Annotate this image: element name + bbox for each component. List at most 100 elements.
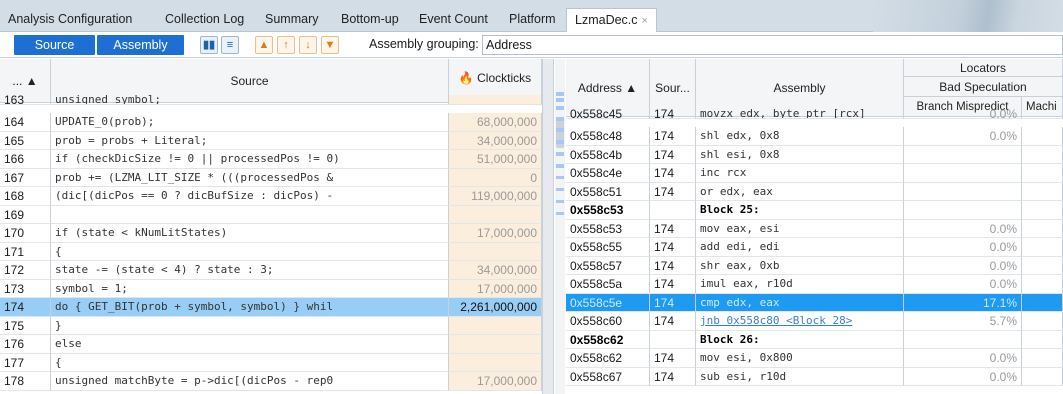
tab-bottom-up[interactable]: Bottom-up <box>334 9 406 32</box>
grouping-select[interactable]: Address <box>482 35 1063 55</box>
assembly-instruction: shl esi, 0x8 <box>696 145 904 164</box>
source-code-line[interactable]: state -= (state < 4) ? state : 3; <box>51 261 449 280</box>
machine-clears-value <box>1022 127 1063 146</box>
source-code-line[interactable]: { <box>51 242 449 261</box>
asm-source-line-cell: 174 <box>650 145 696 164</box>
address-cell[interactable]: 0x558c5a <box>566 275 650 294</box>
hotspot-down-icon[interactable]: ↓ <box>299 36 317 54</box>
tab-platform[interactable]: Platform <box>502 9 563 32</box>
list-view-icon[interactable]: ≡ <box>221 36 239 54</box>
hotspot-up-icon[interactable]: ↑ <box>277 36 295 54</box>
machine-clears-value <box>1022 330 1063 349</box>
clockticks-header-label: Clockticks <box>477 71 532 85</box>
machine-clears-value <box>1022 182 1063 201</box>
source-code-line[interactable]: prob += (LZMA_LIT_SIZE * (((processedPos… <box>51 168 449 187</box>
source-code-line[interactable]: if (state < kNumLitStates) <box>51 224 449 243</box>
asm-source-line-cell: 174 <box>650 275 696 294</box>
asm-source-line-cell: 174 <box>650 109 696 119</box>
scrollbar-hotspot-mark <box>556 106 564 110</box>
address-cell[interactable]: 0x558c4b <box>566 145 650 164</box>
source-scrollbar[interactable] <box>555 59 565 394</box>
address-cell[interactable]: 0x558c62 <box>566 349 650 368</box>
source-code-line[interactable]: } <box>51 316 449 335</box>
machine-clears-value <box>1022 219 1063 238</box>
hotspot-prev-icon[interactable]: ▲ <box>255 36 273 54</box>
clockticks-value <box>449 316 542 335</box>
branch-mispredict-value <box>904 330 1022 349</box>
address-cell[interactable]: 0x558c53 <box>566 219 650 238</box>
grouping-label: Assembly grouping: <box>369 37 479 51</box>
source-code-line[interactable]: symbol = 1; <box>51 279 449 298</box>
line-number: 165 <box>0 131 51 150</box>
address-cell[interactable]: 0x558c62 <box>566 330 650 349</box>
asm-source-line-cell: 174 <box>650 219 696 238</box>
tab-lzmadec[interactable]: LzmaDec.c × <box>566 8 657 33</box>
line-number: 174 <box>0 298 51 317</box>
jump-target-link[interactable]: jnb 0x558c80 <Block 28> <box>696 312 904 331</box>
source-code-line[interactable]: prob = probs + Literal; <box>51 131 449 150</box>
assembly-grid: Address ▲ Sour... Assembly Locators Bad … <box>566 59 1063 394</box>
machine-clears-value <box>1022 349 1063 368</box>
address-cell[interactable]: 0x558c67 <box>566 367 650 386</box>
address-cell[interactable]: 0x558c4e <box>566 164 650 183</box>
split-view-icon[interactable]: ▮▮ <box>200 36 218 54</box>
tabbar-decoration <box>873 0 1063 32</box>
machine-clears-value <box>1022 367 1063 386</box>
line-number: 175 <box>0 316 51 335</box>
address-cell[interactable]: 0x558c53 <box>566 201 650 220</box>
clockticks-value <box>449 353 542 372</box>
assembly-instruction: mov eax, esi <box>696 219 904 238</box>
hotspot-next-icon[interactable]: ▼ <box>321 36 339 54</box>
address-cell[interactable]: 0x558c55 <box>566 238 650 257</box>
line-number: 171 <box>0 242 51 261</box>
branch-mispredict-value: 0.0% <box>904 349 1022 368</box>
source-button[interactable]: Source <box>14 35 95 55</box>
address-cell[interactable]: 0x558c57 <box>566 256 650 275</box>
tab-event-count[interactable]: Event Count <box>412 9 495 32</box>
clockticks-value: 119,000,000 <box>449 187 542 206</box>
assembly-instruction: shr eax, 0xb <box>696 256 904 275</box>
machine-clears-value <box>1022 256 1063 275</box>
clockticks-value: 0 <box>449 168 542 187</box>
asm-source-line-cell: 174 <box>650 367 696 386</box>
clockticks-value <box>449 95 542 105</box>
machine-clears-value <box>1022 145 1063 164</box>
scrollbar-hotspot-mark <box>556 152 564 156</box>
branch-mispredict-value: 0.0% <box>904 219 1022 238</box>
address-cell[interactable]: 0x558c5e <box>566 293 650 312</box>
asm-source-line-cell: 174 <box>650 312 696 331</box>
tab-bar: Analysis Configuration Collection Log Su… <box>0 0 1063 33</box>
line-number: 176 <box>0 335 51 354</box>
address-cell[interactable]: 0x558c45 <box>566 109 650 119</box>
source-code-line[interactable]: (dic[(dicPos == 0 ? dicBufSize : dicPos)… <box>51 187 449 206</box>
source-code-line[interactable]: unsigned matchByte = p->dic[(dicPos - re… <box>51 372 449 391</box>
scrollbar-hotspot-mark <box>556 212 564 215</box>
address-cell[interactable]: 0x558c48 <box>566 127 650 146</box>
scrollbar-hotspot-mark <box>556 176 564 179</box>
line-number: 169 <box>0 205 51 224</box>
line-number: 173 <box>0 279 51 298</box>
tab-analysis-configuration[interactable]: Analysis Configuration <box>1 9 139 32</box>
source-code-line[interactable]: unsigned symbol; <box>51 95 449 105</box>
toolbar: Source Assembly ▮▮ ≡ ▲ ↑ ↓ ▼ Assembly gr… <box>0 32 1063 58</box>
branch-mispredict-value: 5.7% <box>904 312 1022 331</box>
source-code-line[interactable]: { <box>51 353 449 372</box>
source-code-line[interactable]: do { GET_BIT(prob + symbol, symbol) } wh… <box>51 298 449 317</box>
asm-source-line-cell: 174 <box>650 164 696 183</box>
tab-summary[interactable]: Summary <box>258 9 325 32</box>
source-code-line[interactable]: UPDATE_0(prob); <box>51 113 449 132</box>
address-cell[interactable]: 0x558c60 <box>566 312 650 331</box>
source-code-line[interactable]: if (checkDicSize != 0 || processedPos !=… <box>51 150 449 169</box>
tab-collection-log[interactable]: Collection Log <box>158 9 251 32</box>
branch-mispredict-value: 0.0% <box>904 109 1022 119</box>
source-code-line[interactable] <box>51 205 449 224</box>
pane-splitter[interactable] <box>542 59 554 394</box>
flame-icon: 🔥 <box>458 71 474 85</box>
source-code-line[interactable]: else <box>51 335 449 354</box>
assembly-instruction: add edi, edi <box>696 238 904 257</box>
close-icon[interactable]: × <box>642 15 648 27</box>
clockticks-value: 17,000,000 <box>449 224 542 243</box>
assembly-button[interactable]: Assembly <box>97 35 184 55</box>
clockticks-value: 51,000,000 <box>449 150 542 169</box>
address-cell[interactable]: 0x558c51 <box>566 182 650 201</box>
